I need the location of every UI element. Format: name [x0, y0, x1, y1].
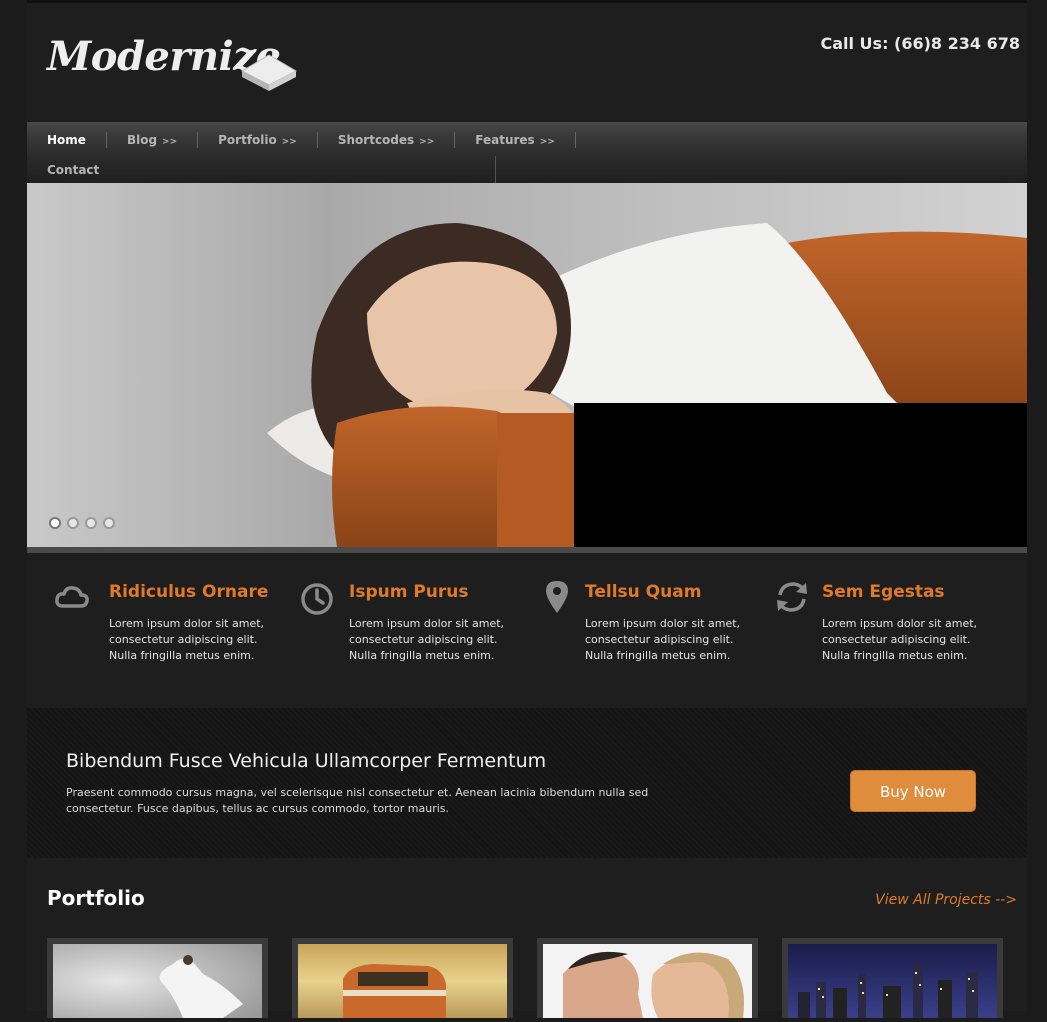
feature-text: Lorem ipsum dolor sit amet, consectetur … [585, 617, 741, 662]
nav-item-features[interactable]: Features >> [455, 133, 575, 147]
promo-banner: Bibendum Fusce Vehicula Ullamcorper Ferm… [27, 708, 1027, 858]
nav-item-portfolio[interactable]: Portfolio >> [198, 133, 317, 147]
promo-title: Bibendum Fusce Vehicula Ullamcorper Ferm… [66, 750, 547, 772]
bus-photo [298, 944, 507, 1018]
couple-photo [543, 944, 752, 1018]
hero-slider[interactable] [27, 183, 1027, 547]
nav-item-blog[interactable]: Blog >> [107, 133, 197, 147]
submenu-arrow-icon: >> [419, 137, 435, 147]
slider-dot[interactable] [67, 517, 79, 529]
header: Modernize Call Us: (66)8 234 678 [27, 3, 1027, 122]
feature-text: Lorem ipsum dolor sit amet, consectetur … [349, 617, 505, 662]
portfolio-title: Portfolio [47, 886, 145, 910]
nav-item-shortcodes[interactable]: Shortcodes >> [318, 133, 454, 147]
page: Modernize Call Us: (66)8 234 678 Home Bl… [27, 0, 1027, 1018]
nav-item-label: Portfolio [218, 133, 277, 147]
slider-caption-area [574, 403, 1027, 547]
portfolio-thumb[interactable] [292, 938, 513, 1018]
nav-item-label: Shortcodes [337, 133, 415, 147]
refresh-icon [777, 582, 807, 612]
portfolio-thumb[interactable] [47, 938, 268, 1018]
city-night-photo [788, 944, 997, 1018]
call-us-phone: Call Us: (66)8 234 678 [820, 34, 1020, 53]
slider-dot[interactable] [49, 517, 61, 529]
map-pin-icon [546, 581, 568, 613]
slider-dots [49, 517, 115, 529]
nav-row: Home Blog >> Portfolio >> Shortcodes >> Fea… [27, 125, 576, 155]
submenu-arrow-icon: >> [162, 137, 178, 147]
feature-title: Sem Egestas [822, 582, 945, 602]
nav-separator [574, 132, 576, 148]
nav-item-contact[interactable]: Contact [27, 163, 119, 177]
feature-title: Tellsu Quam [585, 582, 702, 602]
portfolio-section: Portfolio View All Projects --> [27, 858, 1027, 1018]
nav-row: Contact [27, 155, 119, 185]
view-all-projects-link[interactable]: View All Projects --> [875, 892, 1017, 908]
submenu-arrow-icon: >> [281, 137, 297, 147]
dancer-photo [53, 944, 262, 1018]
nav-item-label: Contact [47, 163, 100, 177]
portfolio-thumb[interactable] [782, 938, 1003, 1018]
feature-text: Lorem ipsum dolor sit amet, consectetur … [109, 617, 265, 662]
feature-title: Ispum Purus [349, 582, 469, 602]
clock-icon [301, 583, 333, 615]
logo-diamond-icon [240, 54, 298, 91]
nav-item-home[interactable]: Home [27, 133, 106, 147]
nav-item-label: Features [475, 133, 535, 147]
features-section: Ridiculus Ornare Lorem ipsum dolor sit a… [27, 553, 1027, 708]
feature-text: Lorem ipsum dolor sit amet, consectetur … [822, 617, 978, 662]
main-nav: Home Blog >> Portfolio >> Shortcodes >> Fea… [27, 122, 1027, 183]
nav-item-label: Blog [126, 133, 158, 147]
portfolio-thumb[interactable] [537, 938, 758, 1018]
feature-title: Ridiculus Ornare [109, 582, 269, 602]
buy-now-button[interactable]: Buy Now [850, 770, 976, 812]
slider-dot[interactable] [85, 517, 97, 529]
slider-dot[interactable] [103, 517, 115, 529]
nav-divider [495, 156, 496, 183]
promo-text: Praesent commodo cursus magna, vel scele… [66, 786, 649, 815]
cloud-icon [55, 586, 89, 608]
nav-item-label: Home [47, 133, 86, 147]
submenu-arrow-icon: >> [539, 137, 555, 147]
